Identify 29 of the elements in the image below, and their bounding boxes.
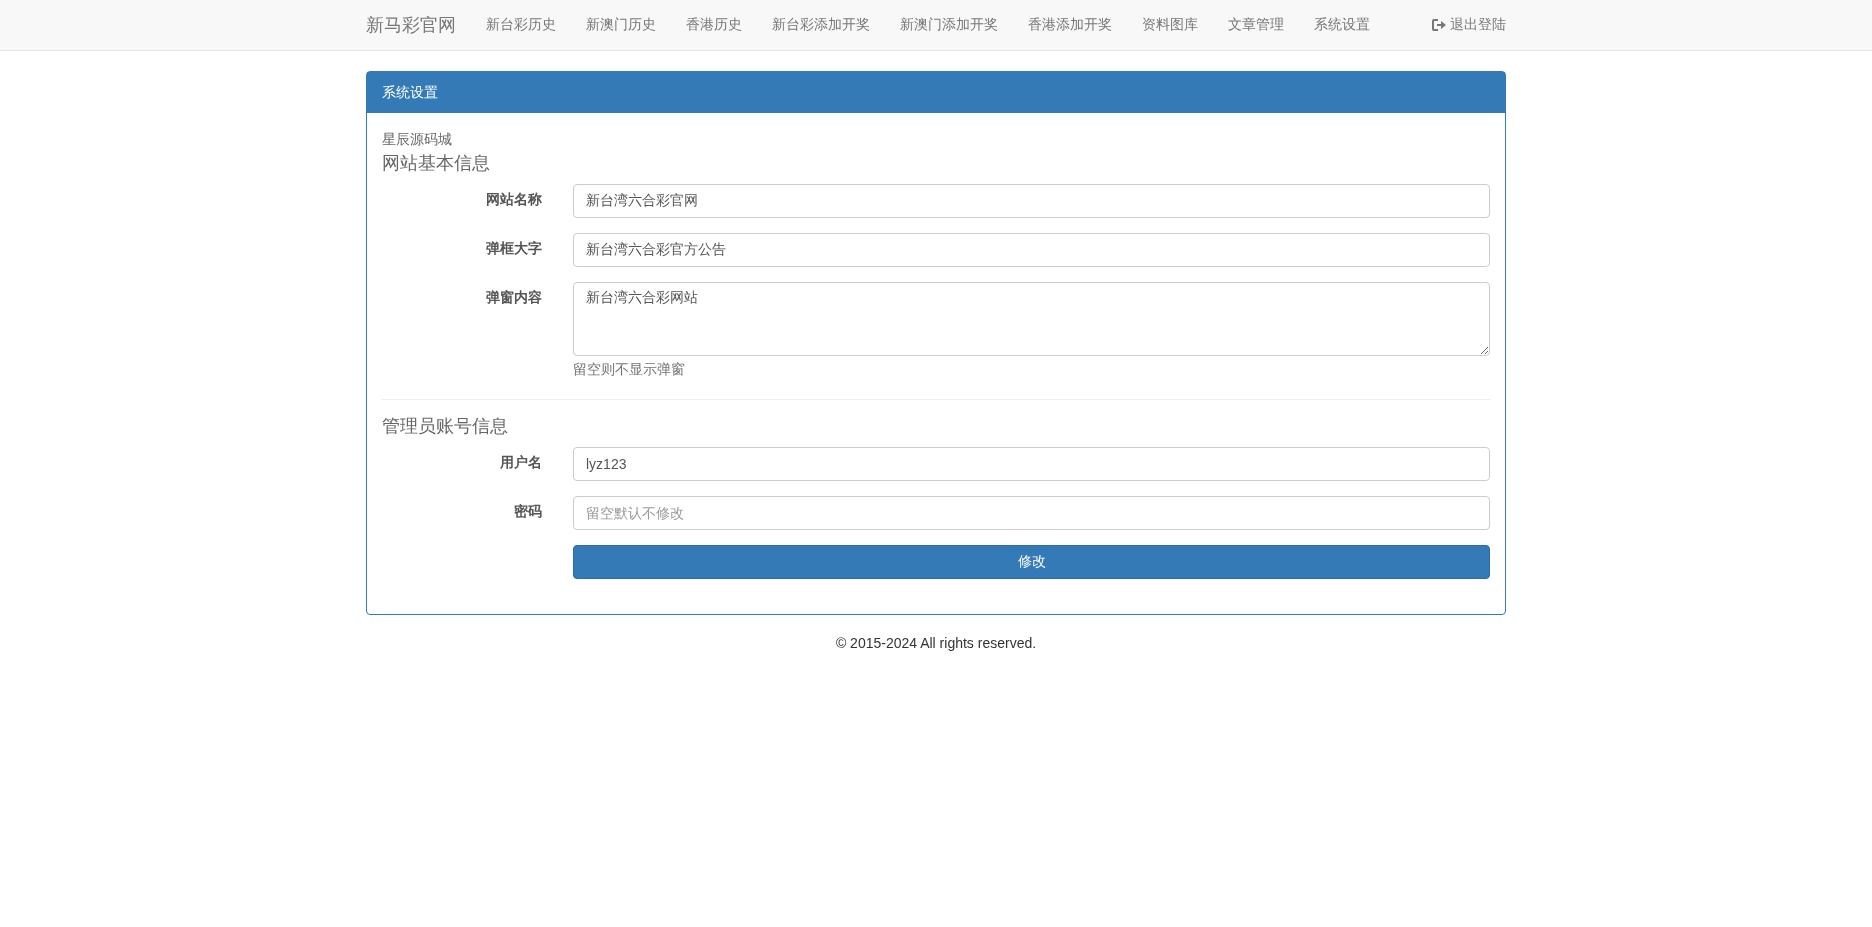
logout-link[interactable]: 退出登陆: [1432, 16, 1506, 34]
brand-link[interactable]: 新马彩官网: [366, 13, 471, 37]
field-label: 弹框大字: [485, 239, 542, 258]
nav-link[interactable]: 新台彩添加开奖: [757, 16, 885, 34]
text-field[interactable]: 留空默认不修改: [573, 496, 1490, 530]
nav-link[interactable]: 文章管理: [1213, 16, 1299, 34]
section-heading: 管理员账号信息: [382, 415, 509, 438]
text-field[interactable]: 新台湾六合彩官方公告: [573, 233, 1490, 267]
text-field[interactable]: lyz123: [573, 447, 1490, 481]
nav-link[interactable]: 新澳门添加开奖: [885, 16, 1013, 34]
field-label: 用户名: [499, 453, 542, 472]
nav-link[interactable]: 香港历史: [671, 16, 757, 34]
nav-link[interactable]: 新澳门历史: [571, 16, 671, 34]
nav-link[interactable]: 系统设置: [1299, 16, 1385, 34]
field-label: 密码: [513, 502, 542, 521]
nav-link[interactable]: 资料图库: [1127, 16, 1213, 34]
note-text: 星辰源码城: [382, 131, 453, 149]
text-area[interactable]: 新台湾六合彩网站: [573, 282, 1490, 356]
footer-text: © 2015-2024 All rights reserved.: [834, 635, 1038, 651]
field-label: 网站名称: [485, 190, 542, 209]
text-field[interactable]: 新台湾六合彩官网: [573, 184, 1490, 218]
submit-button[interactable]: 修改: [573, 545, 1490, 579]
nav-link[interactable]: 香港添加开奖: [1013, 16, 1127, 34]
logout-icon: [1432, 19, 1446, 31]
field-label: 弹窗内容: [485, 288, 542, 307]
section-heading: 网站基本信息: [382, 152, 491, 175]
help-text: 留空则不显示弹窗: [573, 361, 686, 379]
nav-link[interactable]: 新台彩历史: [471, 16, 571, 34]
panel-title: 系统设置: [367, 72, 1505, 113]
